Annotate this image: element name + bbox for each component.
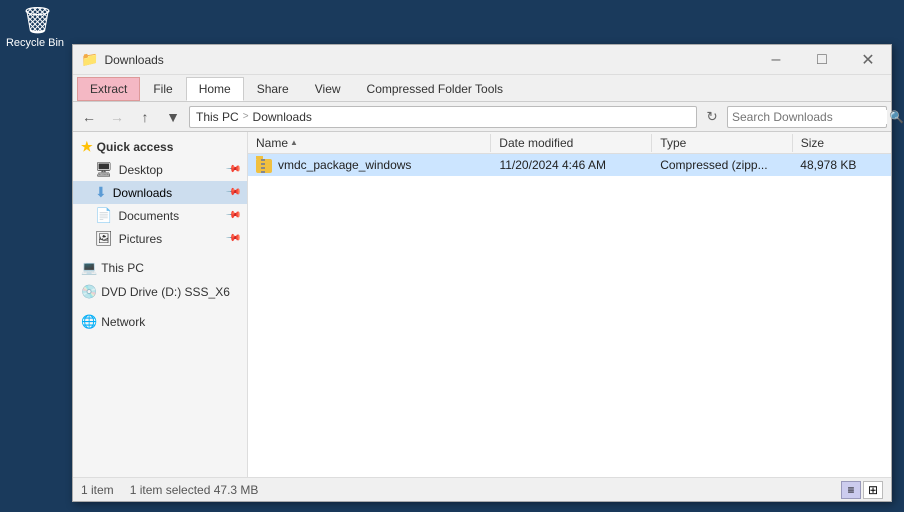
view-tiles-button[interactable]: ⊞ <box>863 481 883 499</box>
sidebar-documents-label: Documents <box>118 209 179 223</box>
window-controls: – □ ✕ <box>753 45 891 75</box>
sidebar-item-desktop[interactable]: 🖥 Desktop 📌 <box>73 158 247 181</box>
sidebar-quickaccess-header[interactable]: ★ Quick access <box>73 136 247 158</box>
downloads-folder-icon: ⬇ <box>95 184 107 201</box>
pin-icon-documents: 📌 <box>224 207 241 224</box>
tab-view[interactable]: View <box>302 77 354 101</box>
explorer-window: 📁 Downloads – □ ✕ Extract File Home Shar… <box>72 44 892 502</box>
address-chevron-1: > <box>243 111 249 122</box>
pin-icon-pictures: 📌 <box>224 230 241 247</box>
file-type-cell: Compressed (zipp... <box>652 156 792 174</box>
tab-compressed[interactable]: Compressed Folder Tools <box>354 77 517 101</box>
window-icon: 📁 <box>81 51 98 68</box>
ribbon: Extract File Home Share View Compressed … <box>73 75 891 102</box>
header-type[interactable]: Type <box>652 134 792 152</box>
sidebar-item-pictures[interactable]: 🖼 Pictures 📌 <box>73 227 247 250</box>
search-input[interactable] <box>732 110 887 124</box>
zip-stripe <box>261 159 265 173</box>
recycle-bin-desktop-icon[interactable]: Recycle Bin <box>5 5 65 49</box>
sidebar: ★ Quick access 🖥 Desktop 📌 ⬇ Downloads 📌… <box>73 132 248 477</box>
sidebar-network-label: Network <box>101 315 145 329</box>
maximize-button[interactable]: □ <box>799 45 845 75</box>
tab-share[interactable]: Share <box>244 77 302 101</box>
file-size-cell: 48,978 KB <box>792 156 891 174</box>
recent-locations-button[interactable]: ▼ <box>161 106 185 128</box>
sidebar-thispc[interactable]: 💻 This PC <box>73 256 247 280</box>
quick-access-label: Quick access <box>97 140 174 154</box>
window-title: Downloads <box>104 53 163 67</box>
status-item-count: 1 item <box>81 483 114 497</box>
documents-folder-icon: 📄 <box>95 207 112 224</box>
header-date[interactable]: Date modified <box>491 134 652 152</box>
file-date-cell: 11/20/2024 4:46 AM <box>491 156 652 174</box>
address-part-thispc[interactable]: This PC <box>196 110 239 124</box>
address-part-downloads[interactable]: Downloads <box>253 110 312 124</box>
tab-extract[interactable]: Extract <box>77 77 140 101</box>
sidebar-dvd-drive[interactable]: 💿 DVD Drive (D:) SSS_X6 <box>73 280 247 304</box>
tab-home[interactable]: Home <box>186 77 244 101</box>
refresh-button[interactable]: ↻ <box>701 106 723 128</box>
sidebar-desktop-label: Desktop <box>119 163 163 177</box>
dvd-icon: 💿 <box>81 284 97 300</box>
address-bar: ← → ↑ ▼ This PC > Downloads ↻ 🔍 <box>73 102 891 132</box>
file-name: vmdc_package_windows <box>278 158 411 172</box>
zip-folder-icon <box>256 159 272 173</box>
sidebar-pictures-label: Pictures <box>119 232 162 246</box>
recycle-bin-label: Recycle Bin <box>6 37 64 49</box>
sidebar-item-documents[interactable]: 📄 Documents 📌 <box>73 204 247 227</box>
status-left: 1 item 1 item selected 47.3 MB <box>81 483 258 497</box>
minimize-button[interactable]: – <box>753 45 799 75</box>
address-path[interactable]: This PC > Downloads <box>189 106 697 128</box>
search-box[interactable]: 🔍 <box>727 106 887 128</box>
sidebar-network[interactable]: 🌐 Network <box>73 310 247 334</box>
header-name[interactable]: Name ▲ <box>248 134 491 152</box>
ribbon-tabs: Extract File Home Share View Compressed … <box>73 75 891 101</box>
network-icon: 🌐 <box>81 314 97 330</box>
desktop-folder-icon: 🖥 <box>95 161 113 178</box>
table-row[interactable]: vmdc_package_windows 11/20/2024 4:46 AM … <box>248 154 891 176</box>
status-bar: 1 item 1 item selected 47.3 MB ≡ ⊞ <box>73 477 891 501</box>
header-size[interactable]: Size <box>793 134 891 152</box>
computer-icon: 💻 <box>81 260 97 276</box>
sidebar-item-downloads[interactable]: ⬇ Downloads 📌 <box>73 181 247 204</box>
file-name-cell: vmdc_package_windows <box>248 156 491 174</box>
sort-arrow-name: ▲ <box>290 138 298 147</box>
sidebar-dvd-label: DVD Drive (D:) SSS_X6 <box>101 285 230 299</box>
forward-button[interactable]: → <box>105 106 129 128</box>
main-content: ★ Quick access 🖥 Desktop 📌 ⬇ Downloads 📌… <box>73 132 891 477</box>
title-bar: 📁 Downloads – □ ✕ <box>73 45 891 75</box>
sidebar-downloads-label: Downloads <box>113 186 172 200</box>
title-bar-left: 📁 Downloads <box>81 51 753 68</box>
up-button[interactable]: ↑ <box>133 106 157 128</box>
recycle-bin-icon <box>19 5 51 37</box>
pin-icon-downloads: 📌 <box>224 184 241 201</box>
pictures-folder-icon: 🖼 <box>95 230 113 247</box>
close-button[interactable]: ✕ <box>845 45 891 75</box>
status-view-buttons: ≡ ⊞ <box>841 481 883 499</box>
file-list-header: Name ▲ Date modified Type Size <box>248 132 891 154</box>
status-selection-info: 1 item selected 47.3 MB <box>130 483 259 497</box>
sidebar-thispc-label: This PC <box>101 261 144 275</box>
quick-access-icon: ★ <box>81 139 93 155</box>
file-list: Name ▲ Date modified Type Size <box>248 132 891 477</box>
back-button[interactable]: ← <box>77 106 101 128</box>
view-details-button[interactable]: ≡ <box>841 481 861 499</box>
tab-file[interactable]: File <box>140 77 185 101</box>
pin-icon-desktop: 📌 <box>224 161 241 178</box>
search-icon: 🔍 <box>889 110 904 124</box>
